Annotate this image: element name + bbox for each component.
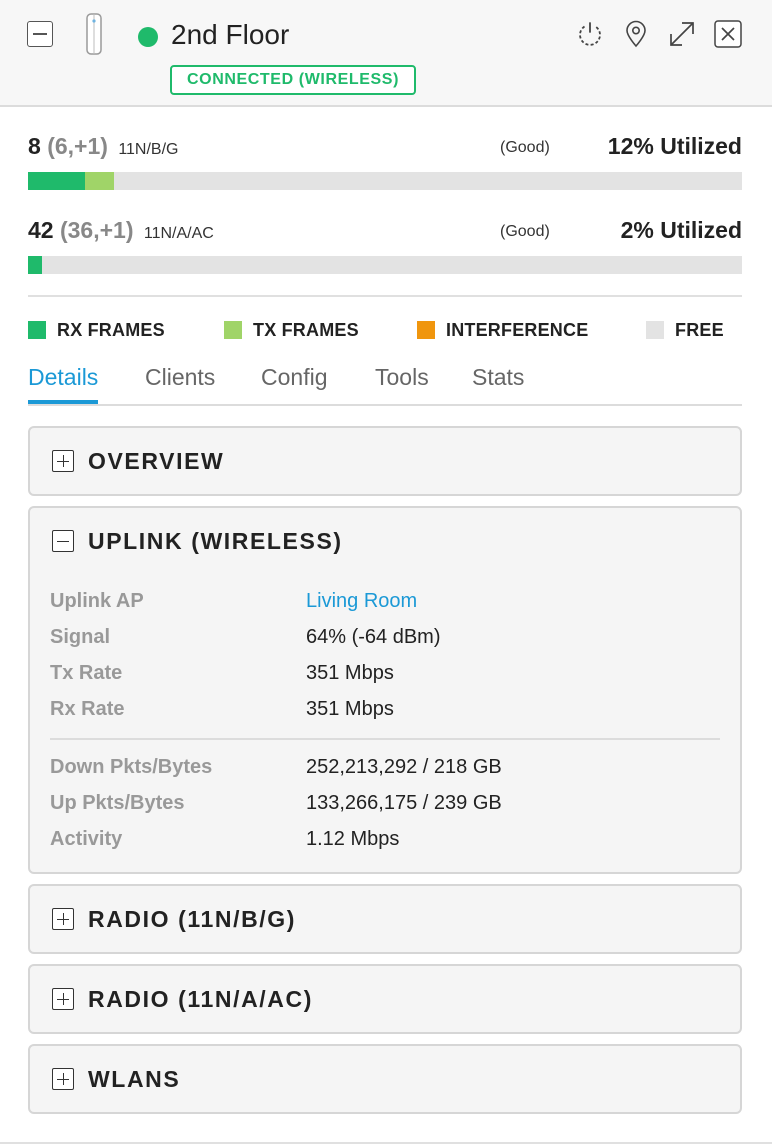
expand-icon[interactable] xyxy=(52,988,74,1010)
wlans-section: WLANS xyxy=(28,1044,742,1114)
client-breakdown: (36,+1) xyxy=(59,217,134,243)
radio-ng-utilization-bar xyxy=(28,172,742,190)
radio-quality: (Good) xyxy=(500,223,550,240)
status-indicator xyxy=(138,27,158,47)
uplink-section-header[interactable]: UPLINK (WIRELESS) xyxy=(52,526,343,556)
legend-label: TX FRAMES xyxy=(253,319,359,340)
expand-icon[interactable] xyxy=(52,450,74,472)
section-title: OVERVIEW xyxy=(88,447,225,474)
signal-row: Signal 64% (-64 dBm) xyxy=(50,626,720,654)
field-label: Uplink AP xyxy=(50,590,144,612)
radio-quality: (Good) xyxy=(500,139,550,156)
locate-icon[interactable] xyxy=(621,19,651,49)
radio-client-count: 8 (6,+1) 11N/B/G xyxy=(28,133,178,160)
expand-icon[interactable] xyxy=(52,1068,74,1090)
activity-row: Activity 1.12 Mbps xyxy=(50,828,720,856)
radio-na-section-header[interactable]: RADIO (11N/A/AC) xyxy=(52,984,313,1014)
tab-stats[interactable]: Stats xyxy=(472,364,524,404)
legend-rx-frames: RX FRAMES xyxy=(28,318,165,342)
section-title: UPLINK (WIRELESS) xyxy=(88,527,343,554)
field-label: Down Pkts/Bytes xyxy=(50,756,213,778)
close-icon[interactable] xyxy=(713,19,743,49)
legend-label: FREE xyxy=(675,319,724,340)
uplink-ap-row: Uplink AP Living Room xyxy=(50,590,720,618)
tab-clients[interactable]: Clients xyxy=(145,364,215,404)
section-title: WLANS xyxy=(88,1065,181,1092)
section-title: RADIO (11N/B/G) xyxy=(88,905,297,932)
rx-rate-row: Rx Rate 351 Mbps xyxy=(50,698,720,726)
field-label: Signal xyxy=(50,626,111,648)
divider xyxy=(50,738,720,740)
expand-icon[interactable] xyxy=(667,19,697,49)
utilization-legend: RX FRAMES TX FRAMES INTERFERENCE FREE xyxy=(28,318,742,342)
up-pkts-row: Up Pkts/Bytes 133,266,175 / 239 GB xyxy=(50,792,720,820)
tx-frames-segment xyxy=(85,172,114,190)
legend-label: INTERFERENCE xyxy=(446,319,589,340)
field-label: Tx Rate xyxy=(50,662,123,684)
radio-ng-summary: 8 (6,+1) 11N/B/G (Good) 12% Utilized xyxy=(28,133,742,161)
legend-swatch xyxy=(646,321,664,339)
radio-ng-section-header[interactable]: RADIO (11N/B/G) xyxy=(52,904,296,934)
down-pkts-row: Down Pkts/Bytes 252,213,292 / 218 GB xyxy=(50,756,720,784)
section-title: RADIO (11N/A/AC) xyxy=(88,985,313,1012)
client-count: 42 xyxy=(28,217,54,243)
radio-na-utilization-bar xyxy=(28,256,742,274)
field-value: 351 Mbps xyxy=(306,662,394,684)
client-count: 8 xyxy=(28,133,41,159)
field-label: Activity xyxy=(50,828,123,850)
tab-tools[interactable]: Tools xyxy=(375,364,429,404)
device-panel-header: 2nd Floor CONNECTED (WIRELESS) xyxy=(0,0,772,107)
legend-swatch xyxy=(224,321,242,339)
legend-swatch xyxy=(28,321,46,339)
radio-band: 11N/B/G xyxy=(118,141,179,158)
tab-details[interactable]: Details xyxy=(28,364,99,404)
uplink-section: UPLINK (WIRELESS) Uplink AP Living Room … xyxy=(28,506,742,874)
tx-rate-row: Tx Rate 351 Mbps xyxy=(50,662,720,690)
uplink-ap-link[interactable]: Living Room xyxy=(306,590,417,613)
radio-na-section: RADIO (11N/A/AC) xyxy=(28,964,742,1034)
legend-swatch xyxy=(417,321,435,339)
expand-icon[interactable] xyxy=(52,908,74,930)
radio-utilization: 12% Utilized xyxy=(607,133,742,159)
client-breakdown: (6,+1) xyxy=(47,133,108,159)
radio-client-count: 42 (36,+1) 11N/A/AC xyxy=(28,217,214,244)
collapse-icon[interactable] xyxy=(52,530,74,552)
rx-frames-segment xyxy=(28,172,86,190)
field-value: 64% (-64 dBm) xyxy=(306,626,441,648)
radio-na-summary: 42 (36,+1) 11N/A/AC (Good) 2% Utilized xyxy=(28,217,742,245)
rx-frames-segment xyxy=(28,256,43,274)
connection-status-badge: CONNECTED (WIRELESS) xyxy=(170,65,416,95)
overview-section: OVERVIEW xyxy=(28,426,742,496)
legend-tx-frames: TX FRAMES xyxy=(224,318,359,342)
wlans-section-header[interactable]: WLANS xyxy=(52,1064,180,1094)
restart-icon[interactable] xyxy=(575,19,605,49)
overview-section-header[interactable]: OVERVIEW xyxy=(52,446,224,476)
legend-label: RX FRAMES xyxy=(57,319,165,340)
access-point-icon xyxy=(84,12,104,56)
field-value: 252,213,292 / 218 GB xyxy=(306,756,502,778)
radio-utilization: 2% Utilized xyxy=(620,217,742,243)
legend-interference: INTERFERENCE xyxy=(417,318,588,342)
device-name: 2nd Floor xyxy=(171,19,290,50)
radio-ng-section: RADIO (11N/B/G) xyxy=(28,884,742,954)
field-value: 351 Mbps xyxy=(306,698,394,720)
field-value: 1.12 Mbps xyxy=(306,828,400,850)
field-value: 133,266,175 / 239 GB xyxy=(306,792,502,814)
detail-tabs: Details Clients Config Tools Stats xyxy=(28,362,742,406)
collapse-icon[interactable] xyxy=(27,21,53,47)
field-label: Rx Rate xyxy=(50,698,125,720)
tab-config[interactable]: Config xyxy=(261,364,327,404)
legend-free: FREE xyxy=(646,318,724,342)
field-label: Up Pkts/Bytes xyxy=(50,792,185,814)
divider xyxy=(0,1142,772,1144)
divider xyxy=(28,295,742,297)
radio-band: 11N/A/AC xyxy=(143,225,214,242)
